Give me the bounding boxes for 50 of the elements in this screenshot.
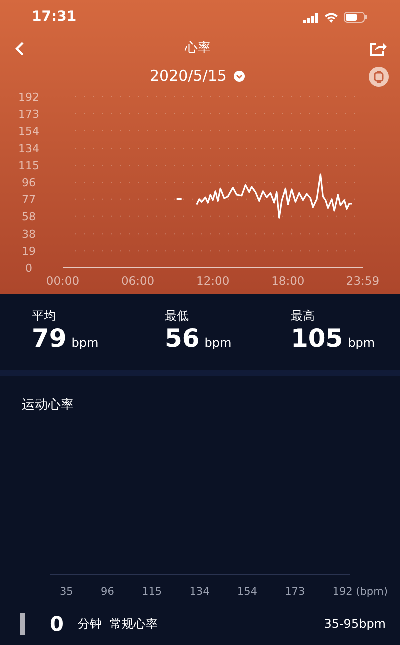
x-axis-label: 12:00 (196, 274, 230, 288)
section-title: 运动心率 (21, 397, 75, 415)
x-axis-label: 18:00 (272, 274, 305, 288)
signal-icon (303, 12, 319, 22)
watch-icon (374, 70, 384, 82)
page-title: 心率 (185, 40, 211, 58)
zone-axis-label: 154 (237, 585, 258, 600)
y-axis-label: 154 (18, 124, 40, 138)
stat-label: 最低 (165, 308, 190, 324)
zone-range: 35-95bpm (324, 616, 386, 633)
back-icon (15, 41, 25, 57)
y-axis-label: 0 (26, 262, 32, 275)
battery-icon (344, 12, 368, 23)
y-axis-label: 115 (18, 160, 40, 173)
zone-axis-label: 96 (101, 585, 114, 600)
stat-label: 平均 (32, 308, 57, 324)
x-axis-label: 06:00 (121, 274, 155, 288)
stat-value: 56 (165, 324, 200, 354)
dropdown-icon (234, 71, 245, 82)
y-axis-label: 96 (22, 176, 36, 190)
y-axis-label: 38 (22, 228, 36, 242)
stat-label: 最高 (291, 308, 316, 324)
stat-value: 79 (32, 324, 67, 354)
y-axis-label: 19 (22, 245, 36, 258)
zone-name: 常规心率 (110, 616, 158, 633)
stat-unit: bpm (72, 335, 99, 352)
status-time: 17:31 (32, 8, 77, 27)
stat-value: 105 (291, 324, 344, 354)
x-axis-label: 23:59 (346, 274, 380, 288)
y-axis-label: 192 (18, 91, 40, 104)
zone-color-bar (20, 613, 25, 635)
y-axis-label: 173 (18, 108, 40, 121)
stat-unit: bpm (204, 335, 232, 352)
x-axis-label: 00:00 (46, 274, 80, 288)
zone-axis-label: 115 (142, 585, 162, 600)
data-point (176, 198, 182, 200)
zone-minutes: 0 (50, 611, 64, 638)
zone-axis-label: 173 (285, 585, 306, 600)
share-icon (369, 41, 387, 57)
stat-unit: bpm (348, 335, 376, 352)
minutes-unit: 分钟 (78, 616, 102, 633)
wifi-icon (324, 12, 339, 23)
zone-axis-label: 134 (190, 585, 210, 600)
watch-button[interactable] (369, 66, 389, 86)
date-selector[interactable]: 2020/5/15 (150, 65, 245, 88)
zone-axis-label: 192 (bpm) (332, 585, 388, 600)
y-axis-label: 77 (22, 193, 36, 206)
y-axis-label: 58 (22, 210, 36, 224)
y-axis-label: 134 (18, 142, 40, 156)
zone-axis-label: 35 (60, 585, 74, 600)
